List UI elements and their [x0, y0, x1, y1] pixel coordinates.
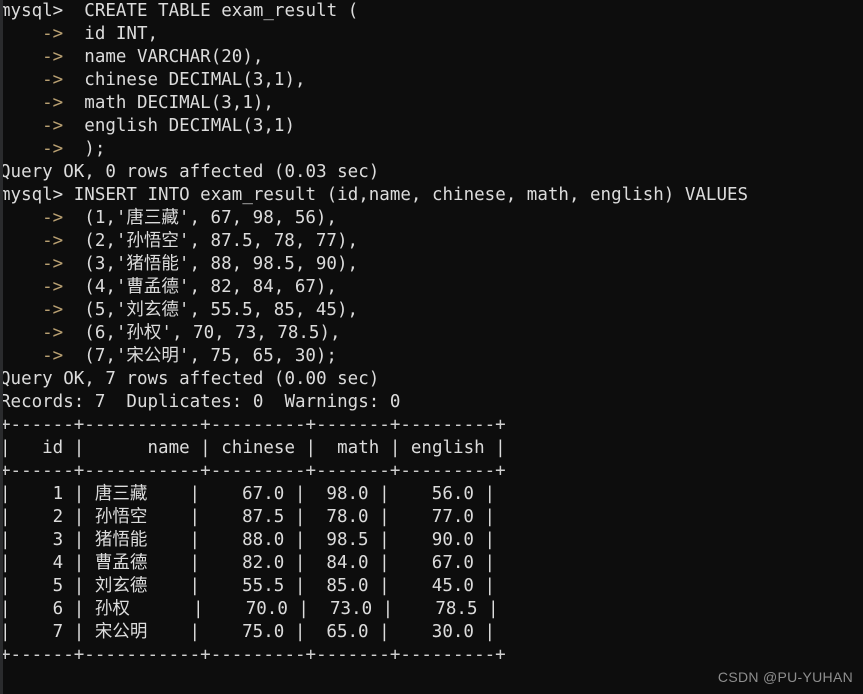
console-output: mysql> CREATE TABLE exam_result ( -> id …: [0, 0, 863, 667]
result-table-header-row-text: | id | name | chinese | math | english |: [0, 438, 506, 458]
console-line-text: );: [63, 139, 106, 159]
result-table-header-row: | id | name | chinese | math | english |: [0, 437, 863, 460]
csdn-watermark: CSDN @PU-YUHAN: [717, 669, 853, 685]
continuation-arrow: ->: [0, 70, 64, 90]
console-line-text: CREATE TABLE exam_result (: [63, 1, 359, 21]
console-continuation-line: -> );: [0, 138, 863, 161]
console-line-text: (4,'曹孟德', 82, 84, 67),: [63, 277, 337, 297]
console-output-line: Records: 7 Duplicates: 0 Warnings: 0: [0, 391, 863, 414]
result-table-row-text: | 6 | 孙权 | 70.0 | 73.0 | 78.5 |: [0, 599, 499, 619]
result-table-row: | 7 | 宋公明 | 75.0 | 65.0 | 30.0 |: [0, 621, 863, 644]
console-line-text: (1,'唐三藏', 67, 98, 56),: [63, 208, 337, 228]
console-line-text: english DECIMAL(3,1): [63, 116, 296, 136]
console-line-text: (2,'孙悟空', 87.5, 78, 77),: [63, 231, 359, 251]
console-continuation-line: -> name VARCHAR(20),: [0, 46, 863, 69]
result-table-top-rule: +------+-----------+---------+-------+--…: [0, 414, 863, 437]
result-table-row-text: | 3 | 猪悟能 | 88.0 | 98.5 | 90.0 |: [0, 530, 496, 550]
console-line-text: Records: 7 Duplicates: 0 Warnings: 0: [0, 392, 401, 412]
result-table-header-rule: +------+-----------+---------+-------+--…: [0, 460, 863, 483]
console-line-text: (3,'猪悟能', 88, 98.5, 90),: [63, 254, 359, 274]
result-table-row-text: | 2 | 孙悟空 | 87.5 | 78.0 | 77.0 |: [0, 507, 496, 527]
continuation-arrow: ->: [0, 47, 64, 67]
result-table-row: | 6 | 孙权 | 70.0 | 73.0 | 78.5 |: [0, 598, 863, 621]
continuation-arrow: ->: [0, 116, 64, 136]
mysql-prompt: mysql>: [0, 185, 64, 205]
continuation-arrow: ->: [0, 346, 64, 366]
continuation-arrow: ->: [0, 323, 64, 343]
result-table-row: | 2 | 孙悟空 | 87.5 | 78.0 | 77.0 |: [0, 506, 863, 529]
console-prompt-line: mysql> CREATE TABLE exam_result (: [0, 0, 863, 23]
continuation-arrow: ->: [0, 300, 64, 320]
console-continuation-line: -> (4,'曹孟德', 82, 84, 67),: [0, 276, 863, 299]
continuation-arrow: ->: [0, 139, 64, 159]
console-continuation-line: -> (7,'宋公明', 75, 65, 30);: [0, 345, 863, 368]
mysql-terminal-window[interactable]: mysql> CREATE TABLE exam_result ( -> id …: [0, 0, 863, 694]
console-line-text: id INT,: [63, 24, 159, 44]
result-table-row-text: | 4 | 曹孟德 | 82.0 | 84.0 | 67.0 |: [0, 553, 496, 573]
console-continuation-line: -> id INT,: [0, 23, 863, 46]
result-table-row: | 5 | 刘玄德 | 55.5 | 85.0 | 45.0 |: [0, 575, 863, 598]
result-table-row-text: | 7 | 宋公明 | 75.0 | 65.0 | 30.0 |: [0, 622, 496, 642]
console-line-text: Query OK, 7 rows affected (0.00 sec): [0, 369, 380, 389]
console-continuation-line: -> (3,'猪悟能', 88, 98.5, 90),: [0, 253, 863, 276]
result-table-top-rule-text: +------+-----------+---------+-------+--…: [0, 415, 506, 435]
result-table-header-rule-text: +------+-----------+---------+-------+--…: [0, 461, 506, 481]
console-line-text: chinese DECIMAL(3,1),: [63, 70, 306, 90]
result-table-row: | 4 | 曹孟德 | 82.0 | 84.0 | 67.0 |: [0, 552, 863, 575]
console-line-text: (7,'宋公明', 75, 65, 30);: [63, 346, 337, 366]
continuation-arrow: ->: [0, 24, 64, 44]
console-continuation-line: -> math DECIMAL(3,1),: [0, 92, 863, 115]
console-continuation-line: -> (1,'唐三藏', 67, 98, 56),: [0, 207, 863, 230]
mysql-prompt: mysql>: [0, 1, 64, 21]
console-continuation-line: -> chinese DECIMAL(3,1),: [0, 69, 863, 92]
result-table-bottom-rule-text: +------+-----------+---------+-------+--…: [0, 645, 506, 665]
continuation-arrow: ->: [0, 231, 64, 251]
console-continuation-line: -> (2,'孙悟空', 87.5, 78, 77),: [0, 230, 863, 253]
console-line-text: (6,'孙权', 70, 73, 78.5),: [63, 323, 341, 343]
console-output-line: Query OK, 7 rows affected (0.00 sec): [0, 368, 863, 391]
continuation-arrow: ->: [0, 277, 64, 297]
continuation-arrow: ->: [0, 208, 64, 228]
continuation-arrow: ->: [0, 93, 64, 113]
console-line-text: Query OK, 0 rows affected (0.03 sec): [0, 162, 380, 182]
console-line-text: (5,'刘玄德', 55.5, 85, 45),: [63, 300, 359, 320]
continuation-arrow: ->: [0, 254, 64, 274]
console-output-line: Query OK, 0 rows affected (0.03 sec): [0, 161, 863, 184]
console-continuation-line: -> (5,'刘玄德', 55.5, 85, 45),: [0, 299, 863, 322]
result-table-row: | 1 | 唐三藏 | 67.0 | 98.0 | 56.0 |: [0, 483, 863, 506]
console-line-text: name VARCHAR(20),: [63, 47, 264, 67]
console-continuation-line: -> english DECIMAL(3,1): [0, 115, 863, 138]
console-prompt-line: mysql> INSERT INTO exam_result (id,name,…: [0, 184, 863, 207]
result-table-bottom-rule: +------+-----------+---------+-------+--…: [0, 644, 863, 667]
result-table-row-text: | 5 | 刘玄德 | 55.5 | 85.0 | 45.0 |: [0, 576, 496, 596]
result-table-row-text: | 1 | 唐三藏 | 67.0 | 98.0 | 56.0 |: [0, 484, 496, 504]
result-table-row: | 3 | 猪悟能 | 88.0 | 98.5 | 90.0 |: [0, 529, 863, 552]
console-line-text: INSERT INTO exam_result (id,name, chines…: [63, 185, 749, 205]
console-line-text: math DECIMAL(3,1),: [63, 93, 274, 113]
console-continuation-line: -> (6,'孙权', 70, 73, 78.5),: [0, 322, 863, 345]
